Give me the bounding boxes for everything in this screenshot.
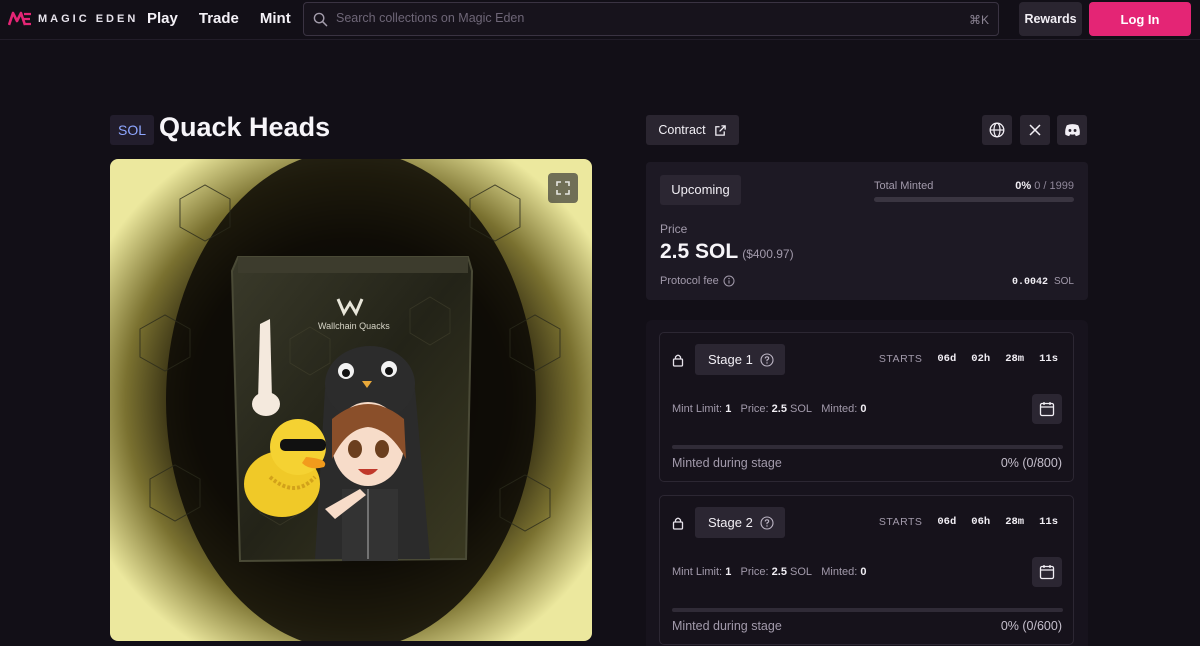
stage-minted-value: 0 bbox=[860, 403, 867, 415]
login-button[interactable]: Log In bbox=[1089, 2, 1191, 36]
nav-mint[interactable]: Mint bbox=[260, 10, 291, 27]
magic-eden-logo[interactable]: MAGIC EDEN bbox=[8, 11, 138, 27]
countdown-seconds: 11s bbox=[1039, 353, 1058, 365]
globe-icon bbox=[989, 122, 1005, 138]
stage-minted-label: Minted: bbox=[821, 566, 858, 578]
total-minted-count: 0 / 1999 bbox=[1034, 180, 1074, 192]
stage-price-label: Price: bbox=[740, 566, 769, 578]
price-value: 2.5 SOL ($400.97) bbox=[660, 240, 794, 264]
countdown-seconds: 11s bbox=[1039, 516, 1058, 528]
stage-countdown: STARTS 06d 06h 28m 11s bbox=[879, 516, 1058, 528]
stage-card-2: Stage 2 STARTS 06d 06h 28m 11s Mint Limi… bbox=[659, 495, 1074, 645]
x-icon bbox=[1029, 124, 1041, 136]
stage-name: Stage 1 bbox=[708, 352, 753, 367]
minted-during-stage-label: Minted during stage bbox=[672, 456, 782, 470]
minted-during-stage-value: 0% (0/600) bbox=[1000, 619, 1062, 633]
protocol-fee-unit: SOL bbox=[1053, 276, 1074, 287]
expand-artwork-button[interactable] bbox=[548, 173, 578, 203]
collection-title: Quack Heads bbox=[159, 112, 331, 142]
countdown-days: 06d bbox=[937, 516, 957, 528]
mint-limit-label: Mint Limit: bbox=[672, 566, 723, 578]
stage-details: Mint Limit: 1 Price: 2.5 SOL Minted: 0 bbox=[672, 403, 866, 415]
total-minted-progress-bar bbox=[874, 197, 1074, 202]
mint-status-panel: Upcoming Total Minted 0% 0 / 1999 Price … bbox=[646, 162, 1088, 300]
chain-badge: SOL bbox=[110, 115, 154, 145]
top-header: MAGIC EDEN Play Trade Mint ⌘K Rewards Lo… bbox=[0, 0, 1200, 40]
nav-play[interactable]: Play bbox=[147, 10, 178, 27]
countdown-days: 06d bbox=[937, 353, 957, 365]
price-sol: 2.5 SOL bbox=[660, 240, 739, 263]
protocol-fee-text: Protocol fee bbox=[660, 275, 719, 287]
minted-during-stage-label: Minted during stage bbox=[672, 619, 782, 633]
search-shortcut-hint: ⌘K bbox=[968, 13, 989, 27]
price-label: Price bbox=[660, 222, 688, 236]
stage-minted-label: Minted: bbox=[821, 403, 858, 415]
help-icon[interactable] bbox=[760, 352, 774, 367]
main-nav: Play Trade Mint bbox=[147, 10, 291, 27]
mint-status-badge: Upcoming bbox=[660, 175, 741, 205]
protocol-fee-value: 0.0042 SOL bbox=[1012, 276, 1074, 288]
rewards-button[interactable]: Rewards bbox=[1019, 2, 1082, 36]
x-link[interactable] bbox=[1020, 115, 1050, 145]
countdown-hours: 06h bbox=[971, 516, 991, 528]
total-minted-percent: 0% bbox=[1015, 180, 1032, 192]
collection-artwork: Wallchain Quacks bbox=[110, 159, 592, 641]
help-icon[interactable] bbox=[760, 515, 774, 530]
total-minted-value: 0% 0 / 1999 bbox=[1015, 180, 1074, 192]
expand-icon bbox=[556, 181, 570, 195]
stage-price-label: Price: bbox=[740, 403, 769, 415]
search-icon bbox=[313, 12, 328, 27]
stage-price-unit: SOL bbox=[790, 566, 813, 578]
external-link-icon bbox=[714, 124, 726, 136]
price-usd: ($400.97) bbox=[742, 247, 794, 261]
brand-name: MAGIC EDEN bbox=[38, 13, 139, 25]
total-minted-label: Total Minted bbox=[874, 180, 934, 192]
add-to-calendar-button[interactable] bbox=[1032, 394, 1062, 424]
starts-label: STARTS bbox=[878, 516, 923, 528]
countdown-hours: 02h bbox=[971, 353, 991, 365]
stage-price-value: 2.5 bbox=[771, 403, 787, 415]
mint-limit-value: 1 bbox=[725, 403, 732, 415]
protocol-fee-label: Protocol fee bbox=[660, 275, 735, 287]
calendar-icon bbox=[1039, 565, 1055, 580]
lock-icon bbox=[672, 517, 684, 530]
stage-name-badge[interactable]: Stage 2 bbox=[695, 507, 785, 538]
nav-trade[interactable]: Trade bbox=[199, 10, 239, 27]
lock-icon bbox=[672, 354, 684, 367]
countdown-minutes: 28m bbox=[1005, 353, 1025, 365]
starts-label: STARTS bbox=[878, 353, 923, 365]
countdown-minutes: 28m bbox=[1005, 516, 1025, 528]
mint-limit-value: 1 bbox=[725, 566, 732, 578]
stage-name: Stage 2 bbox=[708, 515, 753, 530]
protocol-fee-amount: 0.0042 bbox=[1011, 277, 1048, 288]
mint-limit-label: Mint Limit: bbox=[672, 403, 723, 415]
contract-button[interactable]: Contract bbox=[646, 115, 739, 145]
website-link[interactable] bbox=[982, 115, 1012, 145]
discord-icon bbox=[1064, 124, 1080, 137]
contract-label: Contract bbox=[658, 123, 706, 137]
artwork-image: Wallchain Quacks bbox=[110, 159, 592, 641]
stage-card-1: Stage 1 STARTS 06d 02h 28m 11s Mint Limi… bbox=[659, 332, 1074, 482]
calendar-icon bbox=[1039, 402, 1055, 417]
stage-progress-bar bbox=[672, 445, 1063, 449]
minted-during-stage-value: 0% (0/800) bbox=[1000, 456, 1062, 470]
stage-countdown: STARTS 06d 02h 28m 11s bbox=[879, 353, 1058, 365]
stage-price-value: 2.5 bbox=[771, 566, 787, 578]
search-bar[interactable]: ⌘K bbox=[303, 2, 999, 36]
stage-progress-bar bbox=[672, 608, 1063, 612]
artwork-brand-text: Wallchain Quacks bbox=[318, 321, 390, 331]
search-input[interactable] bbox=[336, 11, 936, 25]
stage-details: Mint Limit: 1 Price: 2.5 SOL Minted: 0 bbox=[672, 566, 866, 578]
magic-eden-logo-icon bbox=[8, 11, 31, 26]
add-to-calendar-button[interactable] bbox=[1032, 557, 1062, 587]
discord-link[interactable] bbox=[1057, 115, 1087, 145]
info-icon[interactable] bbox=[723, 275, 735, 287]
stage-minted-value: 0 bbox=[860, 566, 867, 578]
stage-name-badge[interactable]: Stage 1 bbox=[695, 344, 785, 375]
stage-price-unit: SOL bbox=[790, 403, 813, 415]
